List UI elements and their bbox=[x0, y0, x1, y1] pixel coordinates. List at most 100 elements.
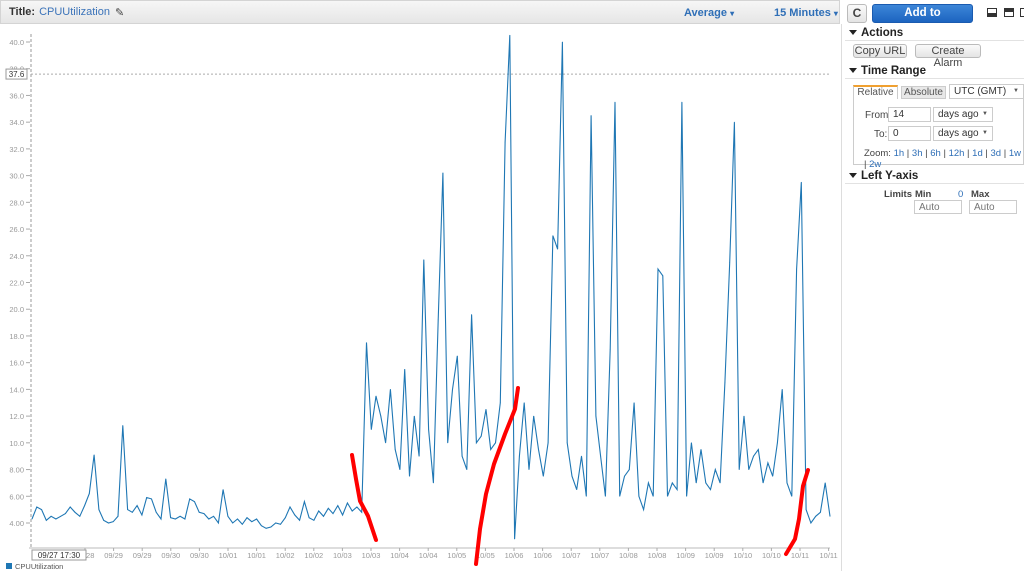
zoom-option-1h[interactable]: 1h bbox=[894, 148, 905, 159]
data-point bbox=[108, 522, 109, 524]
actions-heading[interactable]: Actions bbox=[849, 27, 903, 39]
data-point bbox=[714, 469, 716, 470]
layout-icon-3[interactable] bbox=[1020, 8, 1024, 17]
tab-relative[interactable]: Relative bbox=[853, 85, 898, 99]
data-point bbox=[519, 455, 520, 457]
refresh-button[interactable]: C bbox=[847, 4, 867, 23]
data-point bbox=[691, 442, 692, 444]
data-point bbox=[743, 415, 745, 417]
data-point bbox=[700, 449, 702, 450]
data-point bbox=[490, 449, 492, 450]
data-point bbox=[475, 442, 477, 444]
crosshair-value: 37.6 bbox=[9, 70, 25, 79]
zoom-option-3d[interactable]: 3d bbox=[991, 148, 1002, 159]
divider bbox=[845, 78, 1024, 79]
data-point bbox=[232, 522, 234, 524]
data-point bbox=[399, 469, 401, 470]
data-point bbox=[404, 368, 406, 370]
left-y-axis-heading[interactable]: Left Y-axis bbox=[849, 170, 918, 182]
zoom-option-2w[interactable]: 2w bbox=[869, 159, 881, 170]
data-point bbox=[380, 415, 382, 417]
data-point bbox=[523, 402, 525, 404]
data-point bbox=[151, 498, 152, 500]
x-tick-label: 09/30 bbox=[190, 551, 209, 560]
x-tick-label: 10/04 bbox=[419, 551, 438, 560]
statistic-dropdown[interactable]: Average ▾ bbox=[684, 7, 734, 19]
data-point bbox=[815, 515, 817, 517]
x-tick-label: 10/08 bbox=[619, 551, 638, 560]
time-range-heading[interactable]: Time Range bbox=[849, 65, 926, 77]
data-point bbox=[552, 235, 554, 237]
pencil-edit-icon[interactable]: ✎ bbox=[115, 6, 124, 19]
y-min-input[interactable] bbox=[914, 200, 962, 214]
y-max-input[interactable] bbox=[969, 200, 1017, 214]
data-point bbox=[256, 518, 257, 520]
x-tick-label: 10/01 bbox=[247, 551, 266, 560]
data-point bbox=[633, 402, 635, 404]
max-label: Max bbox=[971, 189, 990, 200]
zoom-row: Zoom: 1h | 3h | 6h | 12h | 1d | 3d | 1w … bbox=[864, 148, 1024, 170]
data-point bbox=[189, 498, 191, 500]
refresh-icon: C bbox=[852, 6, 862, 20]
data-point bbox=[533, 415, 535, 417]
zoom-option-1w[interactable]: 1w bbox=[1009, 148, 1021, 159]
data-point bbox=[375, 395, 377, 397]
data-point bbox=[428, 429, 430, 430]
tab-absolute[interactable]: Absolute bbox=[901, 86, 946, 99]
x-tick-label: 10/03 bbox=[333, 551, 352, 560]
data-point bbox=[824, 482, 826, 484]
data-point bbox=[275, 522, 277, 524]
create-alarm-button[interactable]: Create Alarm bbox=[915, 44, 981, 69]
to-input[interactable]: 0 bbox=[888, 126, 931, 141]
add-to-dashboard-button[interactable]: Add to Dashboard bbox=[872, 4, 973, 36]
min-label: Min bbox=[915, 189, 932, 200]
timezone-select[interactable]: UTC (GMT) bbox=[949, 84, 1024, 99]
y-tick-label: 4.00 bbox=[9, 519, 24, 528]
data-point bbox=[605, 495, 606, 497]
data-point bbox=[346, 502, 348, 504]
data-point bbox=[820, 511, 821, 513]
data-point bbox=[79, 515, 81, 517]
title-value[interactable]: CPUUtilization bbox=[39, 6, 110, 18]
layout-icon-1[interactable] bbox=[987, 8, 997, 17]
data-point bbox=[213, 515, 214, 517]
period-value: 15 Minutes bbox=[774, 7, 831, 19]
data-point bbox=[542, 475, 544, 477]
data-point bbox=[31, 518, 33, 520]
red-annotation-stroke bbox=[474, 386, 520, 566]
zoom-option-12h[interactable]: 12h bbox=[949, 148, 965, 159]
cpu-utilization-chart[interactable]: 4.00 6.00 8.00 10.0 12.0 14.0 16.0 18.0 20.0 22.0… bbox=[0, 24, 842, 571]
to-unit-select[interactable]: days ago bbox=[933, 126, 993, 141]
copy-url-button[interactable]: Copy URL bbox=[853, 44, 907, 58]
data-point bbox=[557, 248, 559, 250]
data-point bbox=[495, 442, 496, 444]
data-point bbox=[294, 514, 296, 516]
chart-area[interactable]: 4.00 6.00 8.00 10.0 12.0 14.0 16.0 18.0 20.0 22.0… bbox=[0, 24, 842, 571]
separator: | bbox=[1001, 148, 1009, 159]
data-point bbox=[36, 506, 38, 508]
zoom-option-3h[interactable]: 3h bbox=[912, 148, 923, 159]
data-point bbox=[122, 425, 124, 426]
data-point bbox=[265, 527, 267, 529]
data-point bbox=[366, 342, 367, 344]
data-point bbox=[418, 455, 420, 457]
zoom-option-1d[interactable]: 1d bbox=[972, 148, 983, 159]
zoom-option-6h[interactable]: 6h bbox=[930, 148, 941, 159]
data-point bbox=[437, 319, 439, 321]
data-point bbox=[203, 513, 205, 515]
data-point bbox=[170, 517, 171, 519]
legend-swatch bbox=[6, 563, 12, 569]
data-point bbox=[45, 519, 47, 521]
data-point bbox=[595, 415, 597, 417]
data-point bbox=[724, 382, 726, 384]
data-point bbox=[456, 355, 458, 357]
x-tick-label: 09/30 bbox=[161, 551, 180, 560]
from-input[interactable]: 14 bbox=[888, 107, 931, 122]
data-point bbox=[103, 519, 105, 521]
limits-label: Limits bbox=[884, 189, 912, 200]
statistic-value: Average bbox=[684, 7, 728, 19]
period-dropdown[interactable]: 15 Minutes ▾ bbox=[774, 7, 838, 19]
layout-icon-2[interactable] bbox=[1004, 8, 1014, 17]
data-point bbox=[772, 475, 774, 477]
from-unit-select[interactable]: days ago bbox=[933, 107, 993, 122]
